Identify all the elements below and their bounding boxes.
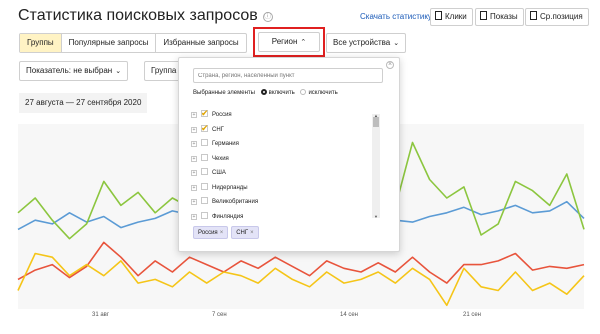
region-list-item[interactable]: + СНГ (191, 121, 386, 138)
selected-region-chip: СНГ × (231, 226, 259, 239)
region-list-item[interactable]: + Великобритания (191, 195, 386, 210)
chip-label: СНГ (236, 230, 249, 236)
region-checkbox[interactable] (201, 108, 209, 121)
x-tick-label: 7 сен (212, 312, 227, 318)
region-list-item[interactable]: + Германия (191, 137, 386, 152)
scroll-down-icon[interactable]: ▼ (372, 214, 380, 219)
region-label: СНГ (212, 126, 224, 133)
region-checkbox[interactable] (201, 211, 208, 219)
region-checkbox[interactable] (201, 182, 208, 190)
region-label: Финляндия (212, 213, 244, 220)
expand-plus-icon[interactable]: + (191, 199, 197, 205)
close-icon[interactable]: × (386, 61, 394, 69)
region-checkbox[interactable] (201, 153, 208, 161)
expand-plus-icon[interactable]: + (191, 126, 197, 133)
chip-remove-icon[interactable]: × (220, 230, 224, 236)
radio-include[interactable] (260, 89, 267, 95)
expand-plus-icon[interactable]: + (191, 112, 197, 118)
selection-mode-row: Выбранные элементы включить исключить (193, 89, 338, 96)
region-list-item[interactable]: + Чехия (191, 152, 386, 167)
expand-plus-icon[interactable]: + (191, 155, 197, 162)
x-tick-label: 31 авг (92, 312, 110, 318)
region-search-input[interactable] (193, 68, 383, 83)
region-label: Чехия (212, 155, 229, 162)
scroll-thumb[interactable] (373, 117, 379, 127)
region-checkbox[interactable] (201, 139, 208, 146)
radio-exclude[interactable] (300, 89, 307, 95)
expand-plus-icon[interactable]: + (191, 213, 197, 220)
region-list-item[interactable]: + Нидерланды (191, 181, 386, 196)
region-list: + Россия + СНГ + Германия + Чехия + США + Нидерланд… (191, 108, 386, 220)
expand-plus-icon[interactable]: + (191, 184, 197, 191)
region-list-item[interactable]: + Финляндия (191, 210, 386, 221)
region-popup: × Выбранные элементы включить исключить … (178, 57, 400, 252)
region-label: Россия (212, 112, 232, 118)
region-checkbox[interactable] (201, 197, 208, 204)
region-list-item[interactable]: + Россия (191, 108, 386, 123)
expand-plus-icon[interactable]: + (191, 170, 197, 176)
region-label: США (212, 170, 226, 176)
region-checkbox[interactable] (201, 121, 209, 135)
expand-plus-icon[interactable]: + (191, 141, 197, 147)
chip-remove-icon[interactable]: × (250, 230, 254, 236)
region-list-item[interactable]: + США (191, 166, 386, 181)
selected-chips: Россия × СНГ × (193, 226, 259, 239)
x-tick-label: 21 сен (463, 312, 481, 318)
region-label: Нидерланды (212, 184, 248, 191)
region-label: Германия (212, 141, 239, 147)
x-tick-label: 14 сен (340, 312, 358, 318)
region-label: Великобритания (212, 199, 259, 205)
region-list-scrollbar[interactable]: ▲ ▼ (372, 113, 380, 219)
chip-label: Россия (198, 230, 218, 236)
selected-region-chip: Россия × (193, 226, 229, 239)
region-checkbox[interactable] (201, 168, 208, 175)
radio-exclude-label[interactable]: исключить (308, 90, 337, 96)
radio-include-label[interactable]: включить (269, 90, 295, 96)
selection-mode-label: Выбранные элементы (193, 90, 255, 96)
